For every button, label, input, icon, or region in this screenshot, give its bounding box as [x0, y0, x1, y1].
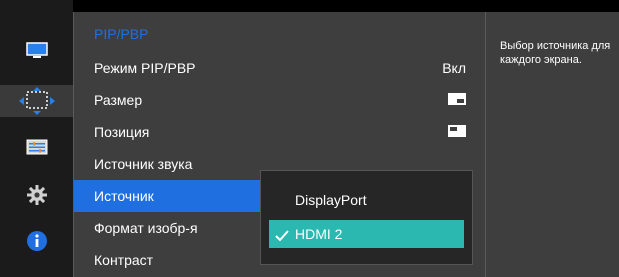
description-text: Выбор источника для каждого экрана. [500, 40, 611, 66]
info-icon[interactable] [0, 225, 73, 257]
picture-icon[interactable] [0, 35, 73, 67]
menu-item-label: Источник [94, 188, 154, 204]
menu-item-label: Источник звука [94, 156, 193, 172]
checkmark-icon [275, 228, 289, 244]
menu-item-source[interactable]: Источник [74, 180, 261, 212]
description-panel: Выбор источника для каждого экрана. [485, 12, 619, 277]
menu-item-pip-pbp-mode[interactable]: Режим PIP/PBP Вкл [74, 52, 486, 84]
submenu-option-hdmi2[interactable]: HDMI 2 [269, 220, 464, 248]
settings-gear-icon[interactable] [0, 179, 73, 211]
menu-title: PIP/PBP [94, 26, 149, 42]
icon-rail [0, 0, 73, 277]
menu-item-label: Размер [94, 92, 143, 108]
submenu-option-displayport[interactable]: DisplayPort [269, 186, 464, 214]
menu-item-label: Позиция [94, 124, 150, 140]
submenu-option-label: HDMI 2 [295, 226, 343, 242]
menu-item-label: Контраст [94, 252, 154, 268]
system-icon[interactable] [0, 131, 73, 163]
menu-item-position[interactable]: Позиция [74, 116, 486, 148]
size-preview-icon [448, 93, 466, 105]
menu-item-value: Вкл [442, 60, 466, 76]
menu-item-label: Режим PIP/PBP [94, 60, 196, 76]
menu-item-label: Формат изобр-я [94, 220, 198, 236]
menu-item-size[interactable]: Размер [74, 84, 486, 116]
osd-screen: PIP/PBP Режим PIP/PBP Вкл Размер Позиция… [0, 0, 619, 277]
position-preview-icon [448, 125, 466, 137]
source-submenu: DisplayPort HDMI 2 [260, 170, 473, 265]
onscreen-display-icon[interactable] [0, 85, 73, 117]
submenu-option-label: DisplayPort [295, 192, 367, 208]
